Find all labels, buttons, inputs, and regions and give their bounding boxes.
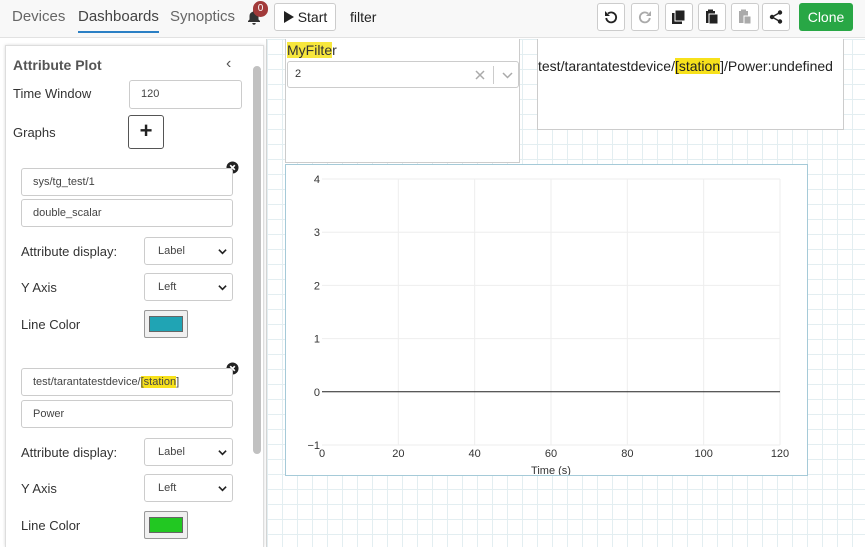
graph-1-display-value: Label	[158, 245, 185, 257]
chevron-down-icon[interactable]	[502, 71, 513, 80]
share-button[interactable]	[762, 3, 790, 31]
filter-title-highlight: MyFilte	[287, 42, 333, 58]
time-window-input[interactable]: 120	[129, 80, 242, 109]
graph-1-device-input[interactable]: sys/tg_test/1	[21, 168, 233, 196]
attribute-label-text: test/tarantatestdevice/[station]/Power:u…	[538, 58, 833, 74]
y-tick-label: 2	[314, 280, 320, 292]
graph-1-attribute-input[interactable]: double_scalar	[21, 199, 233, 227]
start-label: Start	[297, 9, 328, 25]
filter-widget[interactable]: MyFilter 2	[285, 39, 520, 163]
delete-icon	[739, 9, 752, 25]
graph-2-color-label: Line Color	[21, 518, 81, 533]
graph-2-device-highlight: [station	[140, 376, 177, 388]
x-tick-label: 100	[694, 448, 712, 460]
attribute-plot-widget[interactable]: −1 0 1 2 3 4 0 20 40 60 80 100 120 Time (s)	[285, 164, 808, 476]
label-highlight: [station	[674, 58, 721, 74]
paste-button[interactable]	[698, 3, 726, 31]
x-tick-label: 120	[771, 448, 789, 460]
copy-button[interactable]	[665, 3, 693, 31]
graph-2-attribute-input[interactable]: Power	[21, 400, 233, 428]
copy-icon	[672, 9, 686, 24]
graph-2-yaxis-select[interactable]: Left	[144, 474, 233, 502]
y-tick-label: 0	[314, 387, 320, 399]
start-button[interactable]: Start	[274, 3, 336, 31]
graphs-label: Graphs	[13, 125, 56, 140]
x-axis-label: Time (s)	[531, 465, 571, 475]
panel-scrollbar[interactable]	[253, 66, 261, 454]
select-divider	[493, 66, 494, 84]
chevron-down-icon	[218, 249, 227, 255]
filter-value-select[interactable]: 2	[287, 61, 519, 88]
paste-icon	[706, 9, 719, 25]
y-tick-label: 1	[314, 334, 320, 346]
filter-widget-title: MyFilter	[286, 41, 338, 59]
clone-button[interactable]: Clone	[799, 3, 853, 31]
graph-2-color-swatch	[149, 517, 183, 533]
redo-icon	[638, 11, 651, 24]
graph-2-yaxis-label: Y Axis	[21, 481, 57, 496]
graph-2-yaxis-value: Left	[158, 482, 177, 494]
x-tick-label: 20	[392, 448, 404, 460]
undo-icon	[605, 11, 618, 24]
x-tick-label: 80	[621, 448, 633, 460]
panel-title: Attribute Plot	[13, 57, 102, 73]
play-icon	[283, 11, 294, 23]
y-tick-label: 4	[314, 174, 320, 186]
time-window-label: Time Window	[13, 86, 92, 101]
attribute-plot-panel: Attribute Plot ‹ Time Window 120 Graphs …	[5, 45, 264, 547]
clear-icon[interactable]	[475, 70, 485, 80]
x-tick-label: 0	[319, 448, 325, 460]
chevron-down-icon	[218, 450, 227, 456]
redo-button[interactable]	[631, 3, 659, 31]
graph-2-display-select[interactable]: Label	[144, 438, 233, 466]
notification-badge: 0	[253, 1, 268, 17]
top-navbar: Devices Dashboards Synoptics 0 Start fil…	[0, 0, 865, 38]
graph-1-yaxis-label: Y Axis	[21, 280, 57, 295]
label-suffix: ]/Power:undefined	[720, 58, 833, 74]
chevron-down-icon	[218, 486, 227, 492]
plot-svg: −101234 0 20 40 60 80 100 120 Time (s)	[307, 174, 789, 475]
x-tick-label: 40	[469, 448, 481, 460]
x-tick-label: 60	[545, 448, 557, 460]
attribute-label-widget[interactable]: test/tarantatestdevice/[station]/Power:u…	[537, 39, 844, 130]
graph-1-yaxis-select[interactable]: Left	[144, 273, 233, 301]
x-tick-labels: 0 20 40 60 80 100 120	[319, 448, 789, 460]
graph-2-device-suffix: ]	[176, 376, 180, 388]
y-tick-labels: −101234	[307, 174, 320, 452]
label-prefix: test/tarantatestdevice/	[538, 58, 675, 74]
share-icon	[769, 10, 783, 24]
graph-1-display-select[interactable]: Label	[144, 237, 233, 265]
graph-1-display-label: Attribute display:	[21, 244, 118, 259]
graph-1-color-label: Line Color	[21, 317, 81, 332]
tab-dashboards[interactable]: Dashboards	[78, 8, 159, 33]
graph-1-color-swatch	[149, 316, 183, 332]
y-tick-label: 3	[314, 227, 320, 239]
add-graph-button[interactable]: +	[128, 115, 164, 149]
graph-2-color-picker[interactable]	[144, 511, 188, 539]
chevron-down-icon	[218, 285, 227, 291]
tab-devices[interactable]: Devices	[12, 8, 65, 25]
tab-synoptics[interactable]: Synoptics	[170, 8, 235, 25]
graph-2-device-prefix: test/tarantatestdevice/	[33, 376, 141, 388]
filter-title-rest: r	[332, 42, 337, 58]
filter-selected-value: 2	[295, 68, 302, 80]
graph-2-device-input[interactable]: test/tarantatestdevice/[station]	[21, 368, 233, 396]
filter-name[interactable]: filter	[350, 9, 376, 25]
collapse-chevron-icon[interactable]: ‹	[226, 55, 231, 73]
graph-2-display-label: Attribute display:	[21, 445, 118, 460]
graph-1-color-picker[interactable]	[144, 310, 188, 338]
plot-grid	[322, 178, 781, 446]
graph-2-display-value: Label	[158, 446, 185, 458]
graph-1-yaxis-value: Left	[158, 281, 177, 293]
delete-button[interactable]	[731, 3, 759, 31]
undo-button[interactable]	[597, 3, 625, 31]
